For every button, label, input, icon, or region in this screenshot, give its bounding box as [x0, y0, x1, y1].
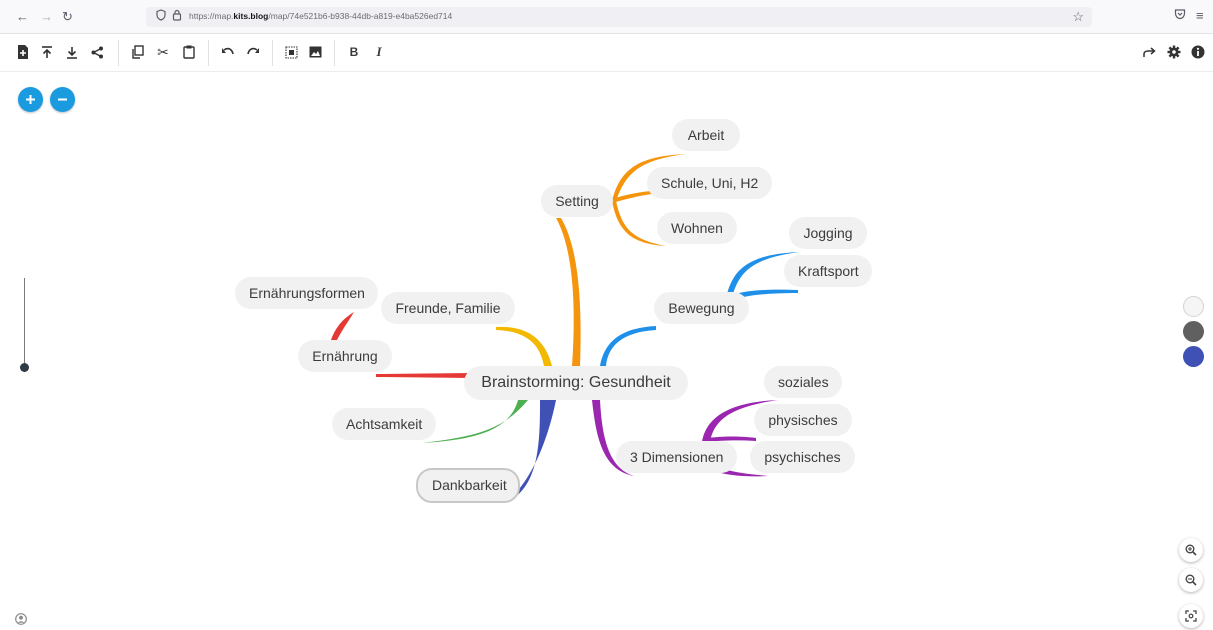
- mindmap-canvas: [331, 154, 800, 503]
- node-achtsamkeit[interactable]: Achtsamkeit: [332, 408, 436, 440]
- theme-swatch-gray[interactable]: [1183, 321, 1204, 342]
- node-arbeit[interactable]: Arbeit: [672, 119, 740, 151]
- branch-ernaehrungsformen: [331, 312, 354, 340]
- user-account-icon[interactable]: [15, 612, 27, 630]
- theme-swatch-blue[interactable]: [1183, 346, 1204, 367]
- node-psychisches[interactable]: psychisches: [750, 441, 855, 473]
- node-ernaehrung[interactable]: Ernährung: [298, 340, 392, 372]
- branch-achtsamkeit: [422, 400, 528, 443]
- node-wohnen[interactable]: Wohnen: [657, 212, 737, 244]
- branch-setting: [556, 218, 581, 366]
- node-schule[interactable]: Schule, Uni, H2: [647, 167, 772, 199]
- node-dimensionen[interactable]: 3 Dimensionen: [616, 441, 737, 473]
- branch-kraftsport: [736, 289, 798, 298]
- node-dankbarkeit[interactable]: Dankbarkeit: [416, 468, 520, 503]
- node-freunde[interactable]: Freunde, Familie: [381, 292, 515, 324]
- node-physisches[interactable]: physisches: [754, 404, 852, 436]
- zoom-in-magnifier-icon[interactable]: [1179, 538, 1203, 562]
- node-setting[interactable]: Setting: [541, 185, 613, 217]
- node-ernaehrungsformen[interactable]: Ernährungsformen: [235, 277, 378, 309]
- theme-swatch-white[interactable]: [1183, 296, 1204, 317]
- node-soziales[interactable]: soziales: [764, 366, 842, 398]
- node-bewegung[interactable]: Bewegung: [654, 292, 749, 324]
- node-kraftsport[interactable]: Kraftsport: [784, 255, 872, 287]
- zoom-out-magnifier-icon[interactable]: [1179, 568, 1203, 592]
- fit-to-screen-icon[interactable]: [1179, 604, 1203, 628]
- node-central[interactable]: Brainstorming: Gesundheit: [464, 366, 688, 400]
- node-jogging[interactable]: Jogging: [789, 217, 867, 249]
- branch-ernaehrung: [376, 373, 472, 378]
- branch-bewegung: [600, 326, 656, 366]
- branch-freunde: [496, 326, 552, 366]
